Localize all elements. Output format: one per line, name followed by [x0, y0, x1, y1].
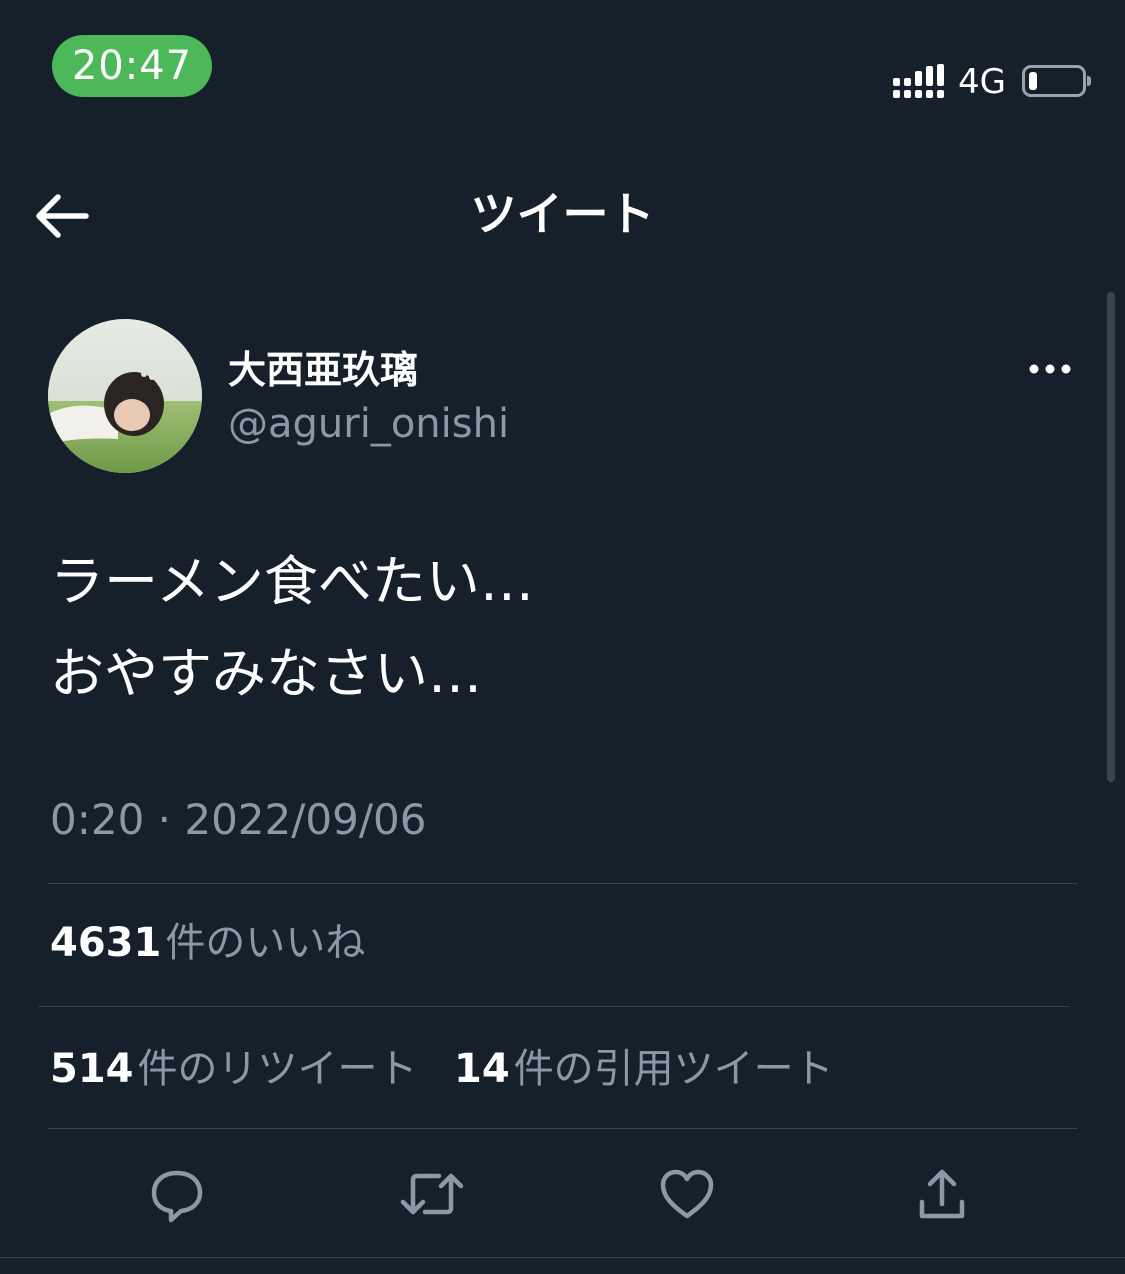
quotes-label: 件の引用ツイート [513, 1046, 834, 1092]
avatar-image [48, 319, 202, 473]
tweet-text-line: ラーメン食べたい… [50, 550, 534, 613]
page-title: ツイート [470, 187, 655, 241]
tweet-text-line: おやすみなさい… [50, 642, 482, 705]
likes-count: 4631 [50, 920, 162, 966]
quotes-count: 14 [454, 1046, 510, 1092]
share-icon [919, 1169, 965, 1219]
likes-label: 件のいいね [165, 920, 366, 966]
like-button[interactable] [652, 1159, 722, 1229]
retweets-count: 514 [50, 1046, 134, 1092]
divider [38, 1006, 1069, 1007]
share-button[interactable] [907, 1159, 977, 1229]
retweets-label: 件のリツイート [137, 1046, 418, 1092]
author-name[interactable]: 大西亜玖璃 [228, 344, 418, 396]
battery-level [1029, 72, 1037, 90]
battery-icon [1022, 65, 1086, 97]
more-options-icon[interactable] [1024, 352, 1076, 386]
network-type: 4G [958, 62, 1006, 102]
retweet-button[interactable] [397, 1159, 467, 1229]
battery-cap [1087, 76, 1091, 86]
author-handle[interactable]: @aguri_onishi [228, 396, 509, 452]
like-icon [660, 1169, 714, 1219]
likes-stat[interactable]: 4631 件のいいね [50, 915, 365, 971]
divider [48, 883, 1077, 884]
status-time: 20:47 [52, 35, 212, 97]
tweet-timestamp: 0:20 · 2022/09/06 [50, 795, 427, 844]
signal-icon [893, 64, 944, 98]
scrollbar[interactable] [1107, 292, 1115, 782]
divider [0, 1257, 1125, 1258]
divider [48, 1128, 1077, 1129]
retweet-icon [400, 1173, 464, 1215]
avatar[interactable] [48, 319, 202, 473]
reply-button[interactable] [142, 1159, 212, 1229]
quotes-stat[interactable]: 14 件の引用ツイート [454, 1041, 834, 1097]
reply-icon [151, 1170, 203, 1223]
retweets-stat[interactable]: 514 件のリツイート [50, 1041, 418, 1097]
